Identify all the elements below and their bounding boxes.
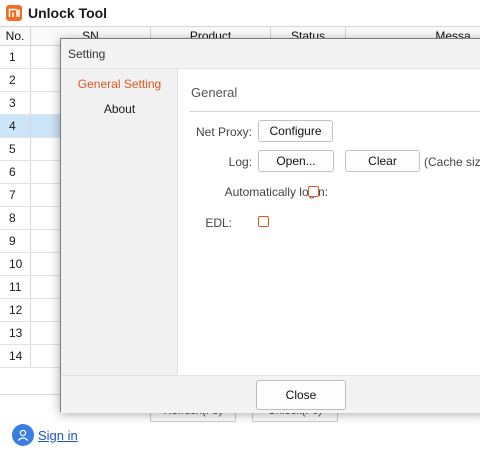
- setting-dialog: Setting General Setting About General Ne…: [60, 38, 480, 413]
- user-avatar-icon[interactable]: [12, 424, 34, 446]
- log-label: Log:: [228, 155, 252, 169]
- mi-logo-icon: [6, 5, 22, 21]
- section-divider: [189, 111, 480, 112]
- row-number: 5: [0, 138, 31, 160]
- row-number: 12: [0, 299, 31, 321]
- app-title: Unlock Tool: [28, 5, 108, 21]
- nav-about[interactable]: About: [61, 102, 178, 116]
- column-header-no[interactable]: No.: [0, 27, 31, 46]
- row-number: 9: [0, 230, 31, 252]
- close-button[interactable]: Close: [256, 380, 346, 410]
- configure-button[interactable]: Configure: [258, 120, 333, 142]
- row-number: 4: [0, 115, 31, 137]
- row-number: 2: [0, 69, 31, 91]
- sign-in-link[interactable]: Sign in: [38, 428, 78, 443]
- row-number: 10: [0, 253, 31, 275]
- net-proxy-label: Net Proxy:: [195, 125, 252, 139]
- row-number: 13: [0, 322, 31, 344]
- row-number: 14: [0, 345, 31, 367]
- section-title: General: [191, 85, 238, 100]
- dialog-footer: Close: [61, 375, 480, 413]
- dialog-title: Setting: [68, 47, 106, 61]
- nav-general-setting[interactable]: General Setting: [61, 77, 178, 91]
- open-log-button[interactable]: Open...: [258, 150, 334, 172]
- settings-nav: General Setting About: [61, 69, 178, 375]
- row-number: 3: [0, 92, 31, 114]
- row-number: 8: [0, 207, 31, 229]
- edl-checkbox[interactable]: [258, 216, 269, 227]
- app-titlebar: Unlock Tool: [0, 0, 480, 26]
- row-number: 11: [0, 276, 31, 298]
- auto-login-checkbox[interactable]: [308, 186, 319, 197]
- row-number: 7: [0, 184, 31, 206]
- row-number: 6: [0, 161, 31, 183]
- clear-log-button[interactable]: Clear: [345, 150, 420, 172]
- edl-label: EDL:: [205, 216, 232, 230]
- cache-size-text: (Cache size:: [424, 155, 480, 169]
- settings-panel: General Net Proxy: Configure Log: Open..…: [179, 69, 480, 375]
- sign-in-area[interactable]: Sign in: [12, 424, 78, 446]
- dialog-titlebar[interactable]: Setting: [61, 39, 480, 69]
- row-number: 1: [0, 46, 31, 68]
